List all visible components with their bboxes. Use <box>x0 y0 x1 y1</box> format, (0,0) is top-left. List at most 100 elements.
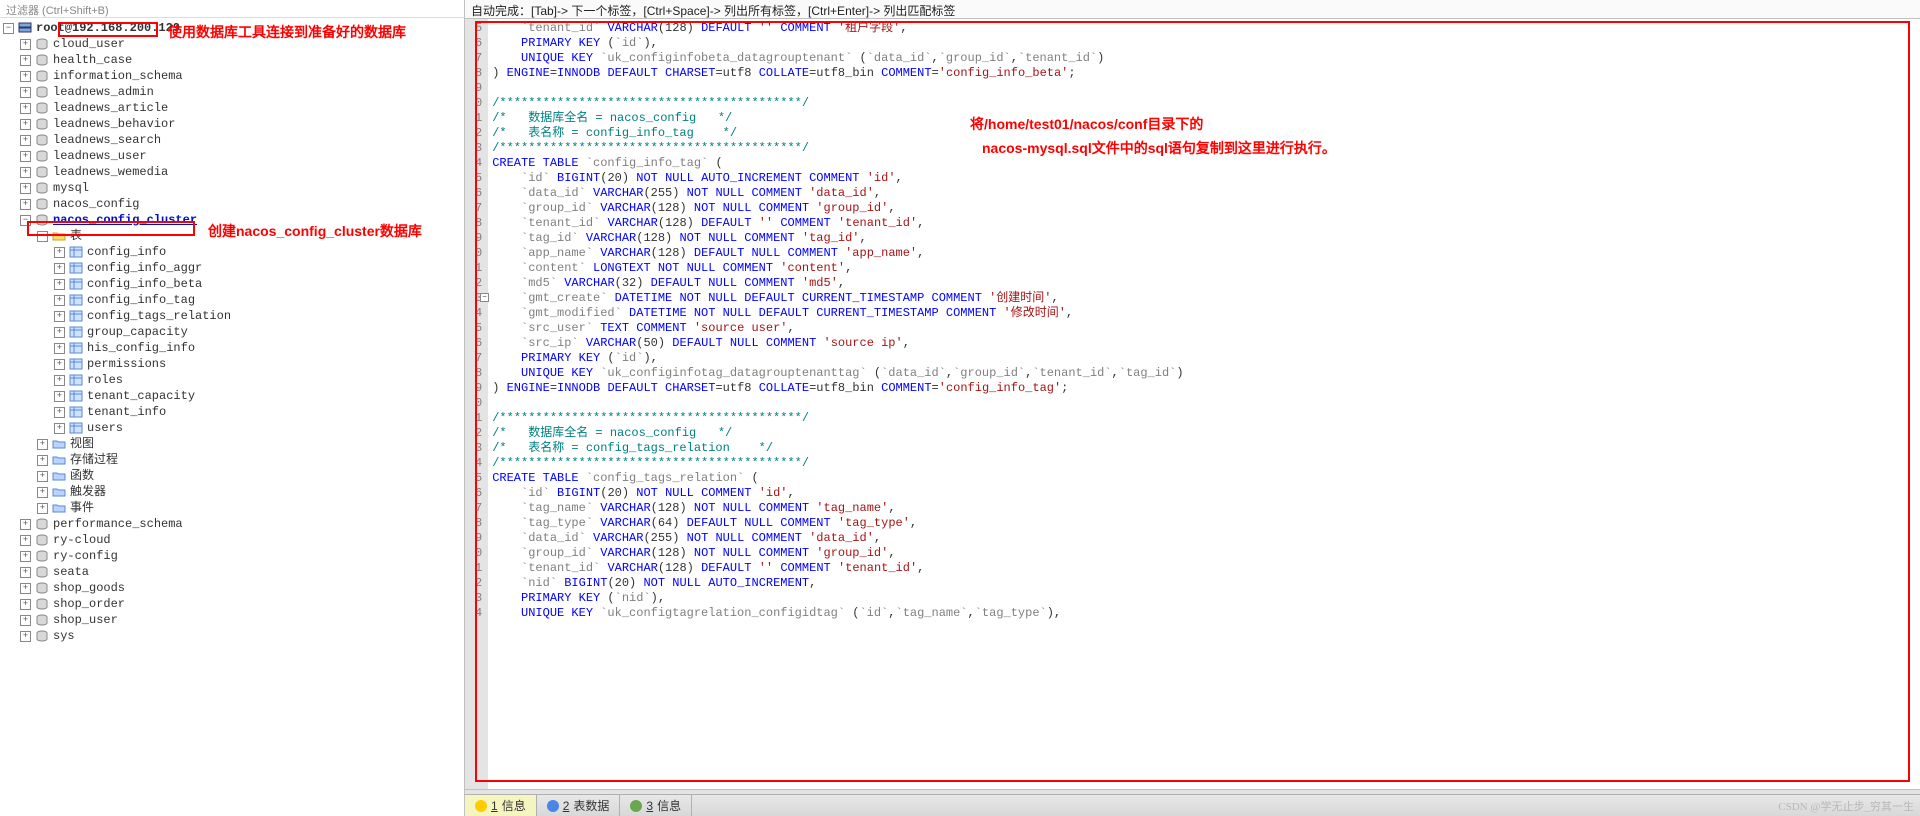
expand-icon[interactable]: + <box>54 343 65 354</box>
table-users[interactable]: + users <box>0 420 464 436</box>
expand-icon[interactable]: + <box>20 599 31 610</box>
expand-icon[interactable]: + <box>20 535 31 546</box>
db-ry-cloud[interactable]: + ry-cloud <box>0 532 464 548</box>
expand-icon[interactable]: + <box>20 87 31 98</box>
table-tenant_capacity[interactable]: + tenant_capacity <box>0 388 464 404</box>
db-performance_schema[interactable]: + performance_schema <box>0 516 464 532</box>
expand-icon[interactable]: + <box>54 375 65 386</box>
expand-icon[interactable]: + <box>20 119 31 130</box>
table-config_info_aggr[interactable]: + config_info_aggr <box>0 260 464 276</box>
expand-icon[interactable]: + <box>20 615 31 626</box>
db-shop_user[interactable]: + shop_user <box>0 612 464 628</box>
tab-num: 1 <box>491 799 498 813</box>
expand-icon[interactable]: + <box>54 279 65 290</box>
expand-icon[interactable]: + <box>20 135 31 146</box>
expand-icon[interactable]: + <box>20 183 31 194</box>
db-information_schema[interactable]: + information_schema <box>0 68 464 84</box>
table-tenant_info[interactable]: + tenant_info <box>0 404 464 420</box>
expand-icon[interactable]: + <box>54 263 65 274</box>
table-roles[interactable]: + roles <box>0 372 464 388</box>
expand-icon[interactable]: + <box>20 519 31 530</box>
table-tenant_info-icon <box>68 405 84 419</box>
db-leadnews_search[interactable]: + leadnews_search <box>0 132 464 148</box>
expand-icon[interactable]: + <box>20 55 31 66</box>
tab-信息[interactable]: 1 信息 <box>465 795 537 816</box>
expand-icon[interactable]: + <box>20 551 31 562</box>
db-shop_user-icon <box>34 613 50 627</box>
db-seata[interactable]: + seata <box>0 564 464 580</box>
db-selected[interactable]: − nacos_config_cluster <box>0 212 464 228</box>
code-area[interactable]: `tenant_id` VARCHAR(128) DEFAULT '' COMM… <box>488 19 1187 789</box>
bottom-tabs[interactable]: 1 信息 2 表数据 3 信息 <box>465 794 1920 816</box>
expand-icon[interactable]: + <box>20 39 31 50</box>
folder-存储过程[interactable]: + 存储过程 <box>0 452 464 468</box>
folder-tables-icon <box>51 229 67 243</box>
table-tenant_capacity-icon <box>68 389 84 403</box>
db-leadnews_user[interactable]: + leadnews_user <box>0 148 464 164</box>
expand-icon[interactable]: + <box>37 487 48 498</box>
expand-icon[interactable]: + <box>20 167 31 178</box>
db-leadnews_behavior[interactable]: + leadnews_behavior <box>0 116 464 132</box>
server-root[interactable]: − root@192.168.200.129 <box>0 20 464 36</box>
expand-icon[interactable]: + <box>20 71 31 82</box>
db-cloud_user[interactable]: + cloud_user <box>0 36 464 52</box>
expand-icon[interactable]: + <box>37 455 48 466</box>
table-config_info_tag-icon <box>68 293 84 307</box>
tree-label: 存储过程 <box>70 452 118 468</box>
expand-icon[interactable]: + <box>54 407 65 418</box>
tree-label: information_schema <box>53 68 183 84</box>
db-shop_order[interactable]: + shop_order <box>0 596 464 612</box>
expand-icon[interactable]: + <box>37 439 48 450</box>
table-his_config_info[interactable]: + his_config_info <box>0 340 464 356</box>
expand-icon[interactable]: + <box>37 471 48 482</box>
collapse-icon[interactable]: − <box>37 231 48 242</box>
expand-icon[interactable]: + <box>54 327 65 338</box>
tab-信息[interactable]: 3 信息 <box>620 795 692 816</box>
expand-icon[interactable]: + <box>54 295 65 306</box>
db-ry-config[interactable]: + ry-config <box>0 548 464 564</box>
table-config_info_beta[interactable]: + config_info_beta <box>0 276 464 292</box>
db-nacos_config[interactable]: + nacos_config <box>0 196 464 212</box>
db-leadnews_wemedia[interactable]: + leadnews_wemedia <box>0 164 464 180</box>
expand-icon[interactable]: + <box>54 391 65 402</box>
expand-icon[interactable]: + <box>20 631 31 642</box>
db-health_case[interactable]: + health_case <box>0 52 464 68</box>
collapse-icon[interactable]: − <box>20 215 31 226</box>
db-sys[interactable]: + sys <box>0 628 464 644</box>
folder-函数[interactable]: + 函数 <box>0 468 464 484</box>
db-tree[interactable]: − root@192.168.200.129 + cloud_user + he… <box>0 18 464 648</box>
table-config_info[interactable]: + config_info <box>0 244 464 260</box>
tree-label: config_info <box>87 244 166 260</box>
expand-icon[interactable]: + <box>54 359 65 370</box>
db-shop_goods[interactable]: + shop_goods <box>0 580 464 596</box>
expand-icon[interactable]: + <box>54 311 65 322</box>
tree-label: 函数 <box>70 468 94 484</box>
tree-label: health_case <box>53 52 132 68</box>
collapse-icon[interactable]: − <box>3 23 14 34</box>
db-shop_goods-icon <box>34 581 50 595</box>
table-his_config_info-icon <box>68 341 84 355</box>
sql-editor[interactable]: 5678901234567890123456789012345678901234… <box>465 19 1920 789</box>
table-config_tags_relation[interactable]: + config_tags_relation <box>0 308 464 324</box>
expand-icon[interactable]: + <box>20 151 31 162</box>
expand-icon[interactable]: + <box>20 583 31 594</box>
expand-icon[interactable]: + <box>20 103 31 114</box>
db-mysql[interactable]: + mysql <box>0 180 464 196</box>
expand-icon[interactable]: + <box>54 247 65 258</box>
folder-触发器[interactable]: + 触发器 <box>0 484 464 500</box>
db-leadnews_admin[interactable]: + leadnews_admin <box>0 84 464 100</box>
table-permissions[interactable]: + permissions <box>0 356 464 372</box>
expand-icon[interactable]: + <box>54 423 65 434</box>
table-config_info_tag[interactable]: + config_info_tag <box>0 292 464 308</box>
folder-事件[interactable]: + 事件 <box>0 500 464 516</box>
expand-icon[interactable]: + <box>20 199 31 210</box>
db-leadnews_article[interactable]: + leadnews_article <box>0 100 464 116</box>
tab-表数据[interactable]: 2 表数据 <box>537 795 621 816</box>
expand-icon[interactable]: + <box>37 503 48 514</box>
db-shop_order-icon <box>34 597 50 611</box>
folder-视图[interactable]: + 视图 <box>0 436 464 452</box>
expand-icon[interactable]: + <box>20 567 31 578</box>
table-group_capacity[interactable]: + group_capacity <box>0 324 464 340</box>
tree-label: sys <box>53 628 75 644</box>
folder-tables[interactable]: − 表 <box>0 228 464 244</box>
